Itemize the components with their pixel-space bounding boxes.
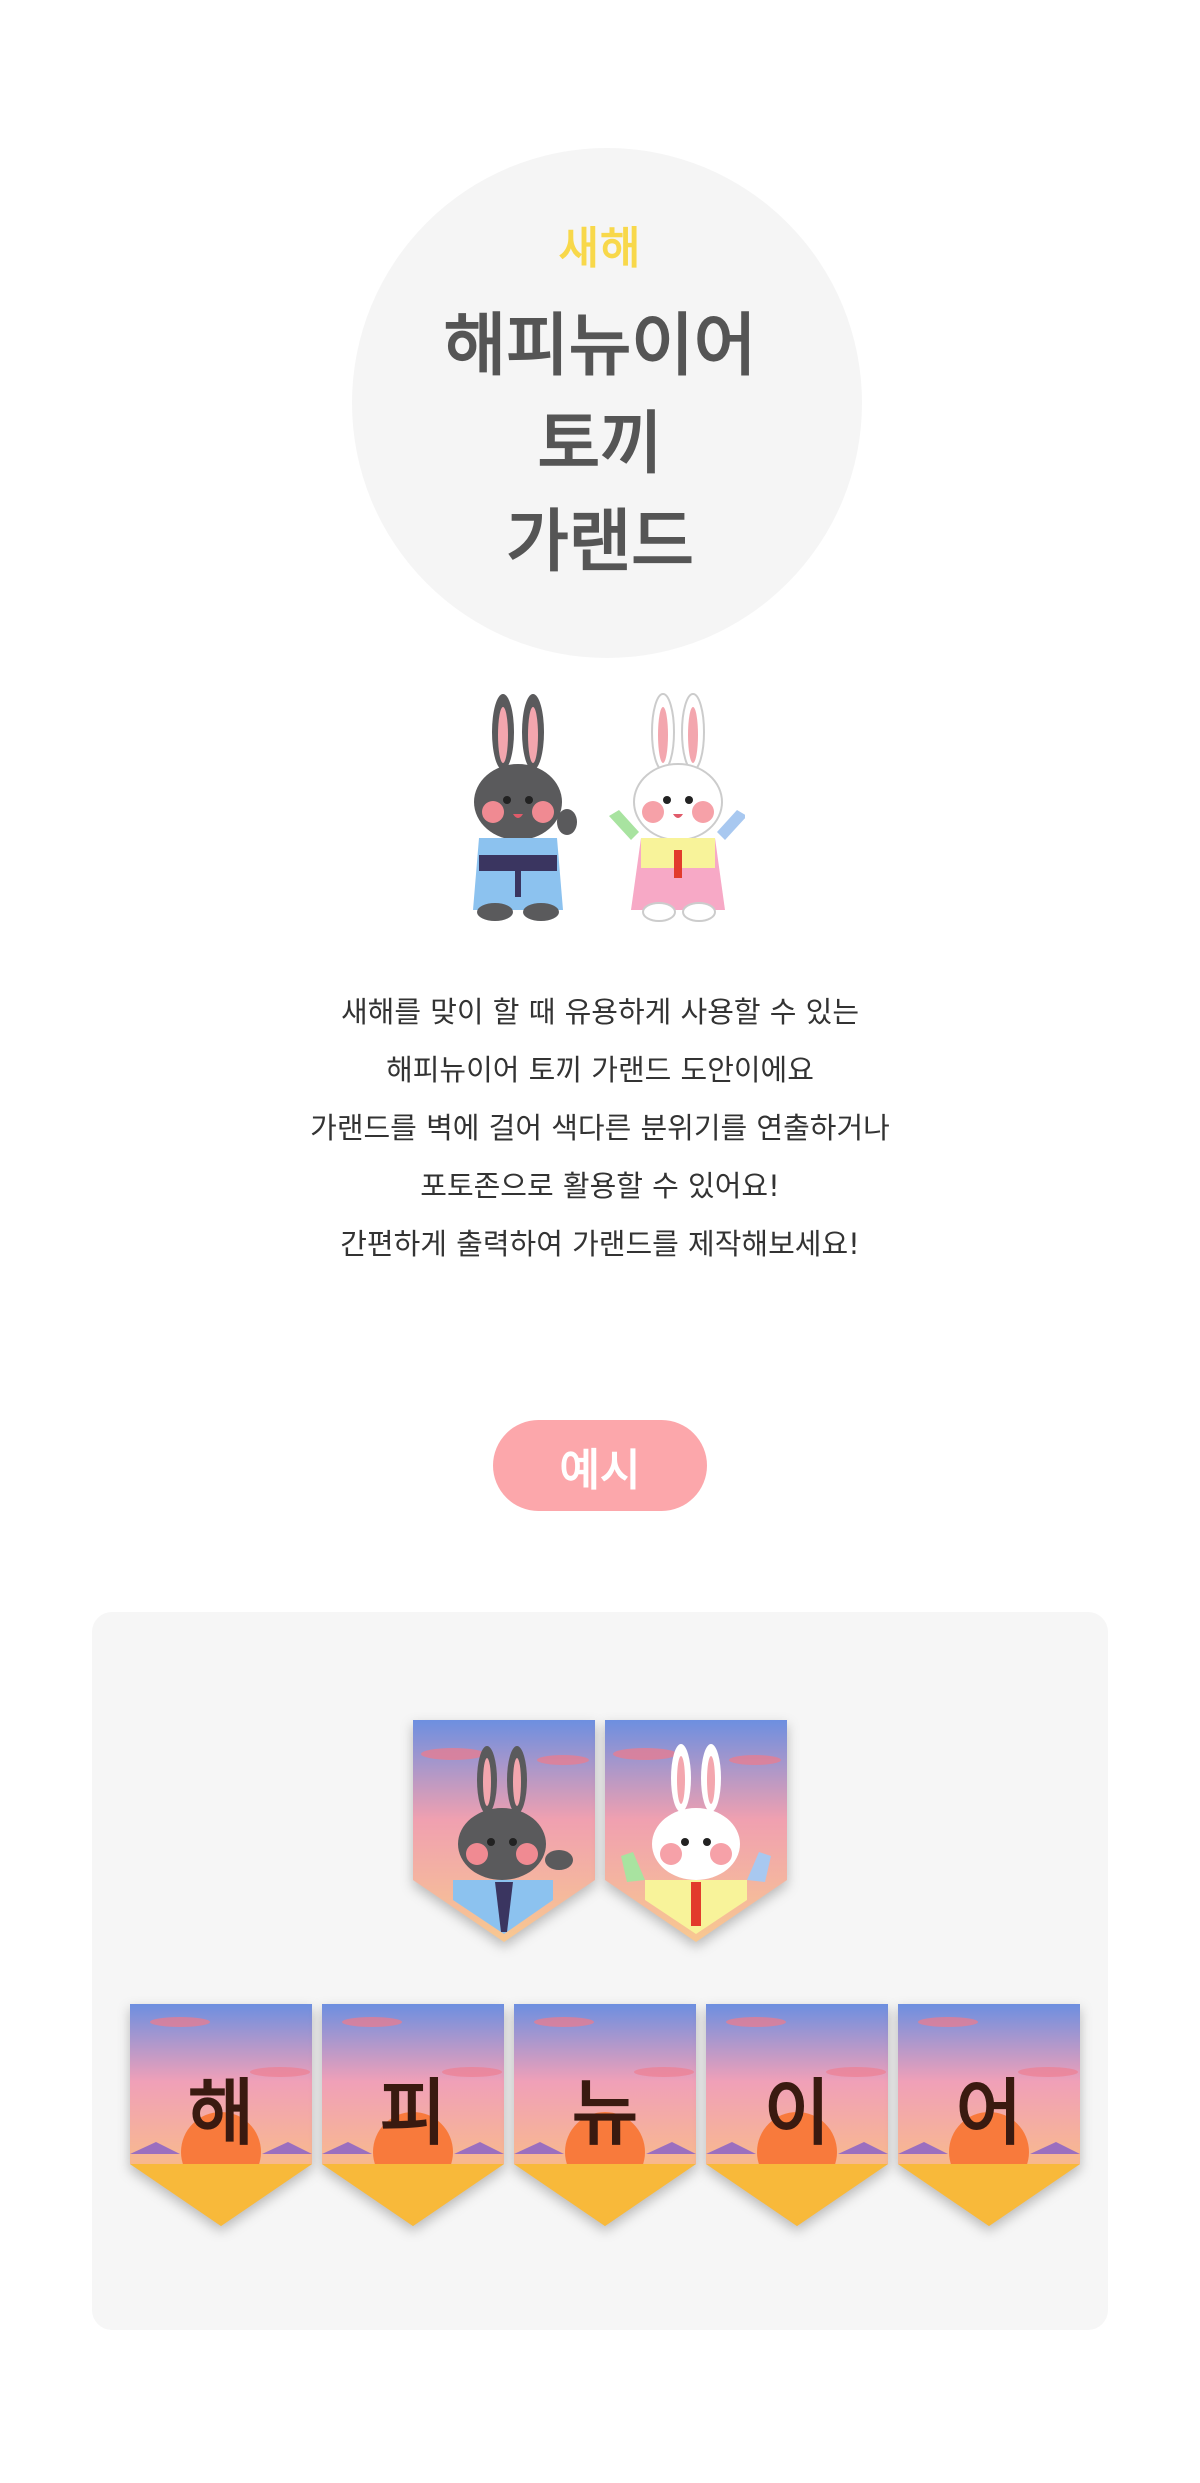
flag-letter: 피 [379, 2071, 447, 2155]
description-line: 간편하게 출력하여 가랜드를 제작해보세요! [340, 1227, 860, 1261]
description-line: 해피뉴이어 토끼 가랜드 도안이에요 [386, 1053, 814, 1087]
gray-rabbit-image [473, 694, 577, 921]
description: 새해를 맞이 할 때 유용하게 사용할 수 있는 해피뉴이어 토끼 가랜드 도안… [0, 983, 1200, 1273]
gray-rabbit-flag [413, 1720, 595, 1942]
flag-letter: 해 [187, 2071, 255, 2155]
letter-flag: 어 [898, 2004, 1080, 2226]
example-badge: 예시 [493, 1420, 707, 1511]
example-preview-box: 해 피 뉴 이 어 [92, 1612, 1108, 2330]
letter-flag: 피 [322, 2004, 504, 2226]
white-rabbit-image [609, 693, 745, 922]
flag-letter: 이 [763, 2071, 831, 2155]
hero-subtitle: 새해 [558, 223, 642, 274]
hero-title-line: 해피뉴이어 [443, 307, 757, 386]
description-line: 가랜드를 벽에 걸어 색다른 분위기를 연출하거나 [310, 1111, 890, 1145]
hero-title-line: 토끼 [537, 405, 663, 484]
description-line: 포토존으로 활용할 수 있어요! [420, 1169, 780, 1203]
letter-flag: 뉴 [514, 2004, 696, 2226]
description-line: 새해를 맞이 할 때 유용하게 사용할 수 있는 [340, 995, 860, 1029]
flag-letter: 뉴 [571, 2071, 639, 2155]
white-rabbit-flag [605, 1720, 787, 1942]
hero-title: 해피뉴이어 토끼 가랜드 [0, 298, 1200, 592]
hero-title-line: 가랜드 [506, 503, 694, 582]
letter-flag: 이 [706, 2004, 888, 2226]
rabbit-pair-illustration [473, 693, 745, 922]
letter-flag: 해 [130, 2004, 312, 2226]
flag-letter: 어 [955, 2071, 1023, 2155]
